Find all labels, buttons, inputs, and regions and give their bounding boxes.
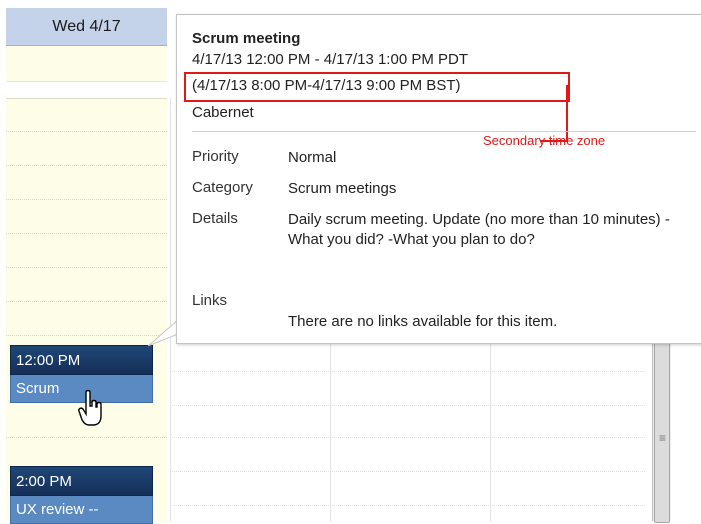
grid-line	[170, 405, 645, 406]
time-slot-line	[6, 165, 167, 166]
time-slot-line	[6, 335, 167, 336]
time-slot-line	[6, 437, 167, 438]
callout-label: Secondary time zone	[483, 133, 606, 148]
time-slot-line	[6, 199, 167, 200]
time-slot-line	[6, 267, 167, 268]
time-slot-line	[6, 131, 167, 132]
event-time: 2:00 PM	[10, 466, 153, 496]
day-column-wed[interactable]	[6, 98, 167, 522]
grid-line	[170, 437, 645, 438]
time-slot-line	[6, 233, 167, 234]
event-ux-review[interactable]: 2:00 PM UX review --	[10, 466, 153, 524]
day-column-header[interactable]: Wed 4/17	[6, 8, 167, 46]
grid-line	[170, 505, 645, 506]
links-value: There are no links available for this it…	[288, 313, 558, 330]
all-day-area[interactable]	[6, 46, 167, 82]
hand-cursor-icon	[78, 390, 102, 426]
category-value: Scrum meetings	[288, 180, 397, 197]
popup-time-primary: 4/17/13 12:00 PM - 4/17/13 1:00 PM PDT	[192, 51, 468, 68]
popup-pointer	[148, 320, 178, 346]
event-time: 12:00 PM	[10, 345, 153, 375]
priority-label: Priority	[192, 148, 239, 165]
details-label: Details	[192, 210, 238, 227]
grid-line	[170, 371, 645, 372]
event-title: UX review --	[10, 496, 153, 524]
scrollbar-grip-icon: ≡	[659, 431, 667, 445]
time-slot-line	[6, 301, 167, 302]
category-label: Category	[192, 179, 253, 196]
highlight-box	[184, 72, 570, 102]
details-value: Daily scrum meeting. Update (no more tha…	[288, 211, 670, 248]
popup-title: Scrum meeting	[192, 30, 301, 47]
grid-line	[170, 471, 645, 472]
links-label: Links	[192, 292, 228, 309]
popup-divider	[192, 131, 696, 132]
calendar-day-view: Wed 4/17 ≡ 12:00 PM Scrum 2:00 PM UX rev…	[0, 0, 701, 524]
priority-value: Normal	[288, 149, 337, 166]
popup-location: Cabernet	[192, 104, 254, 121]
